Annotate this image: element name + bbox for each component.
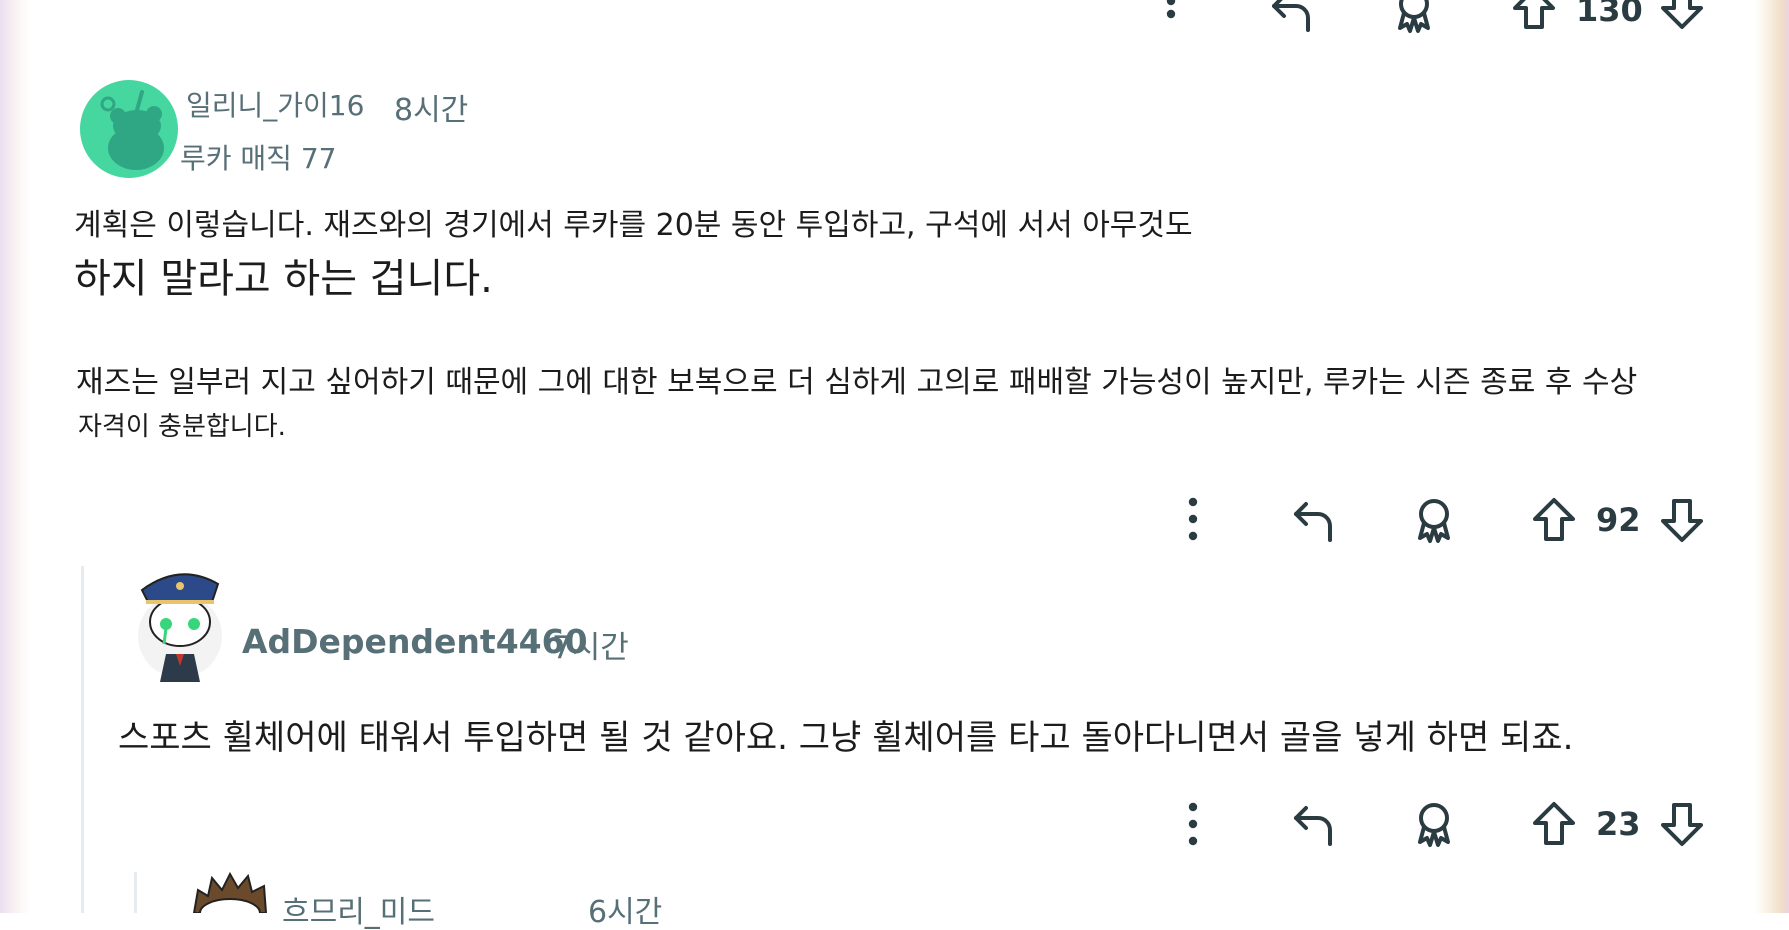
thread-line[interactable] xyxy=(81,566,84,913)
downvote-icon[interactable] xyxy=(1658,800,1706,848)
comment-body-line: 재즈는 일부러 지고 싶어하기 때문에 그에 대한 보복으로 더 심하게 고의로… xyxy=(76,365,1638,400)
username[interactable]: 일리니_가이16 xyxy=(186,84,364,124)
more-options-icon[interactable] xyxy=(1180,801,1206,847)
user-flair: 루카 매직 77 xyxy=(180,142,337,175)
username[interactable]: 흐므리_미드 xyxy=(282,896,435,930)
right-window-edge xyxy=(1755,0,1789,913)
thread-line[interactable] xyxy=(134,872,137,913)
vote-count: 130 xyxy=(1576,0,1643,29)
reply-icon[interactable] xyxy=(1268,0,1316,34)
comment-body-line: 하지 말라고 하는 겁니다. xyxy=(74,256,493,302)
avatar[interactable] xyxy=(188,872,272,913)
comment-body-line: 자격이 충분합니다. xyxy=(78,412,286,442)
upvote-icon[interactable] xyxy=(1530,800,1578,848)
left-window-edge xyxy=(0,0,30,913)
reply-icon[interactable] xyxy=(1290,800,1338,848)
comment-body-line: 계획은 이렇습니다. 재즈와의 경기에서 루카를 20분 동안 투입하고, 구석… xyxy=(74,208,1193,243)
comment-body: 스포츠 휠체어에 태워서 투입하면 될 것 같아요. 그냥 휠체어를 타고 돌아… xyxy=(118,718,1574,758)
upvote-icon[interactable] xyxy=(1530,496,1578,544)
more-options-icon[interactable] xyxy=(1158,0,1184,30)
downvote-icon[interactable] xyxy=(1658,496,1706,544)
avatar[interactable] xyxy=(80,80,178,178)
timestamp[interactable]: 8시간 xyxy=(394,85,468,129)
vote-count: 92 xyxy=(1596,501,1641,539)
award-icon[interactable] xyxy=(1410,496,1458,544)
avatar[interactable] xyxy=(136,562,224,682)
reply-icon[interactable] xyxy=(1290,496,1338,544)
timestamp[interactable]: 7시간 xyxy=(552,622,629,667)
award-icon[interactable] xyxy=(1410,800,1458,848)
award-icon[interactable] xyxy=(1390,0,1438,34)
upvote-icon[interactable] xyxy=(1510,0,1558,32)
vote-count: 23 xyxy=(1596,805,1641,843)
downvote-icon[interactable] xyxy=(1658,0,1706,32)
timestamp[interactable]: 6시간 xyxy=(588,896,662,930)
username[interactable]: AdDependent4460 xyxy=(242,622,588,661)
more-options-icon[interactable] xyxy=(1180,496,1206,542)
